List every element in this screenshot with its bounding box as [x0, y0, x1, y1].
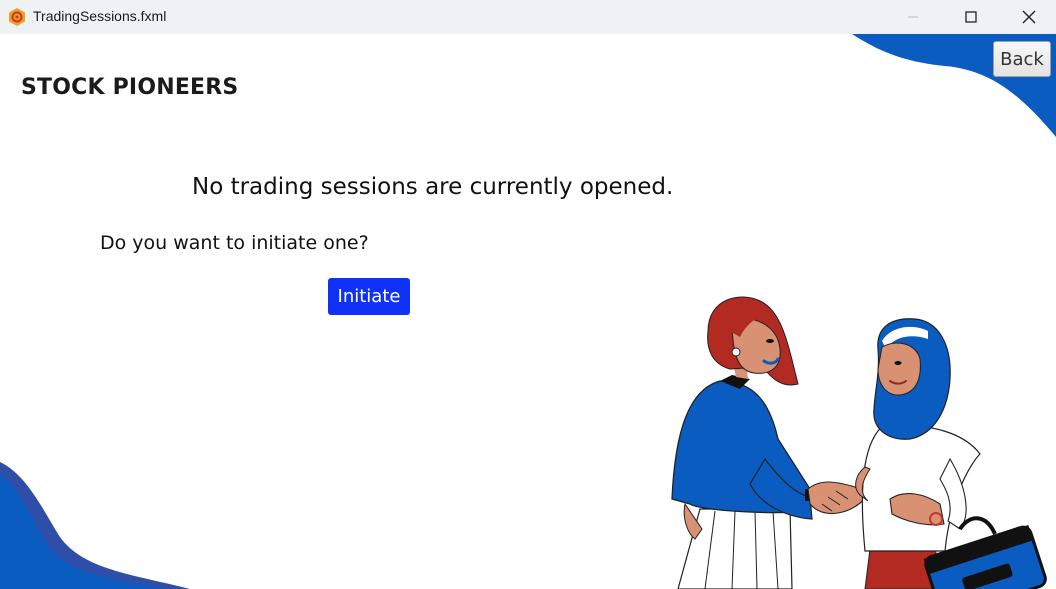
handshake-illustration — [671, 296, 1047, 589]
initiate-button[interactable]: Initiate — [328, 278, 410, 315]
initiate-question: Do you want to initiate one? — [100, 232, 369, 254]
brand-title: STOCK PIONEERS — [21, 75, 239, 100]
minimize-button[interactable] — [884, 0, 942, 34]
window-titlebar: TradingSessions.fxml — [0, 0, 1056, 34]
main-content: Back STOCK PIONEERS No trading sessions … — [0, 34, 1056, 589]
window-title: TradingSessions.fxml — [33, 8, 167, 24]
maximize-icon — [965, 11, 977, 23]
app-logo-icon — [9, 8, 25, 26]
no-sessions-message: No trading sessions are currently opened… — [192, 174, 674, 200]
close-icon — [1022, 10, 1036, 24]
minimize-icon — [908, 16, 918, 18]
maximize-button[interactable] — [942, 0, 1000, 34]
back-button[interactable]: Back — [993, 41, 1051, 77]
close-button[interactable] — [1000, 0, 1056, 34]
